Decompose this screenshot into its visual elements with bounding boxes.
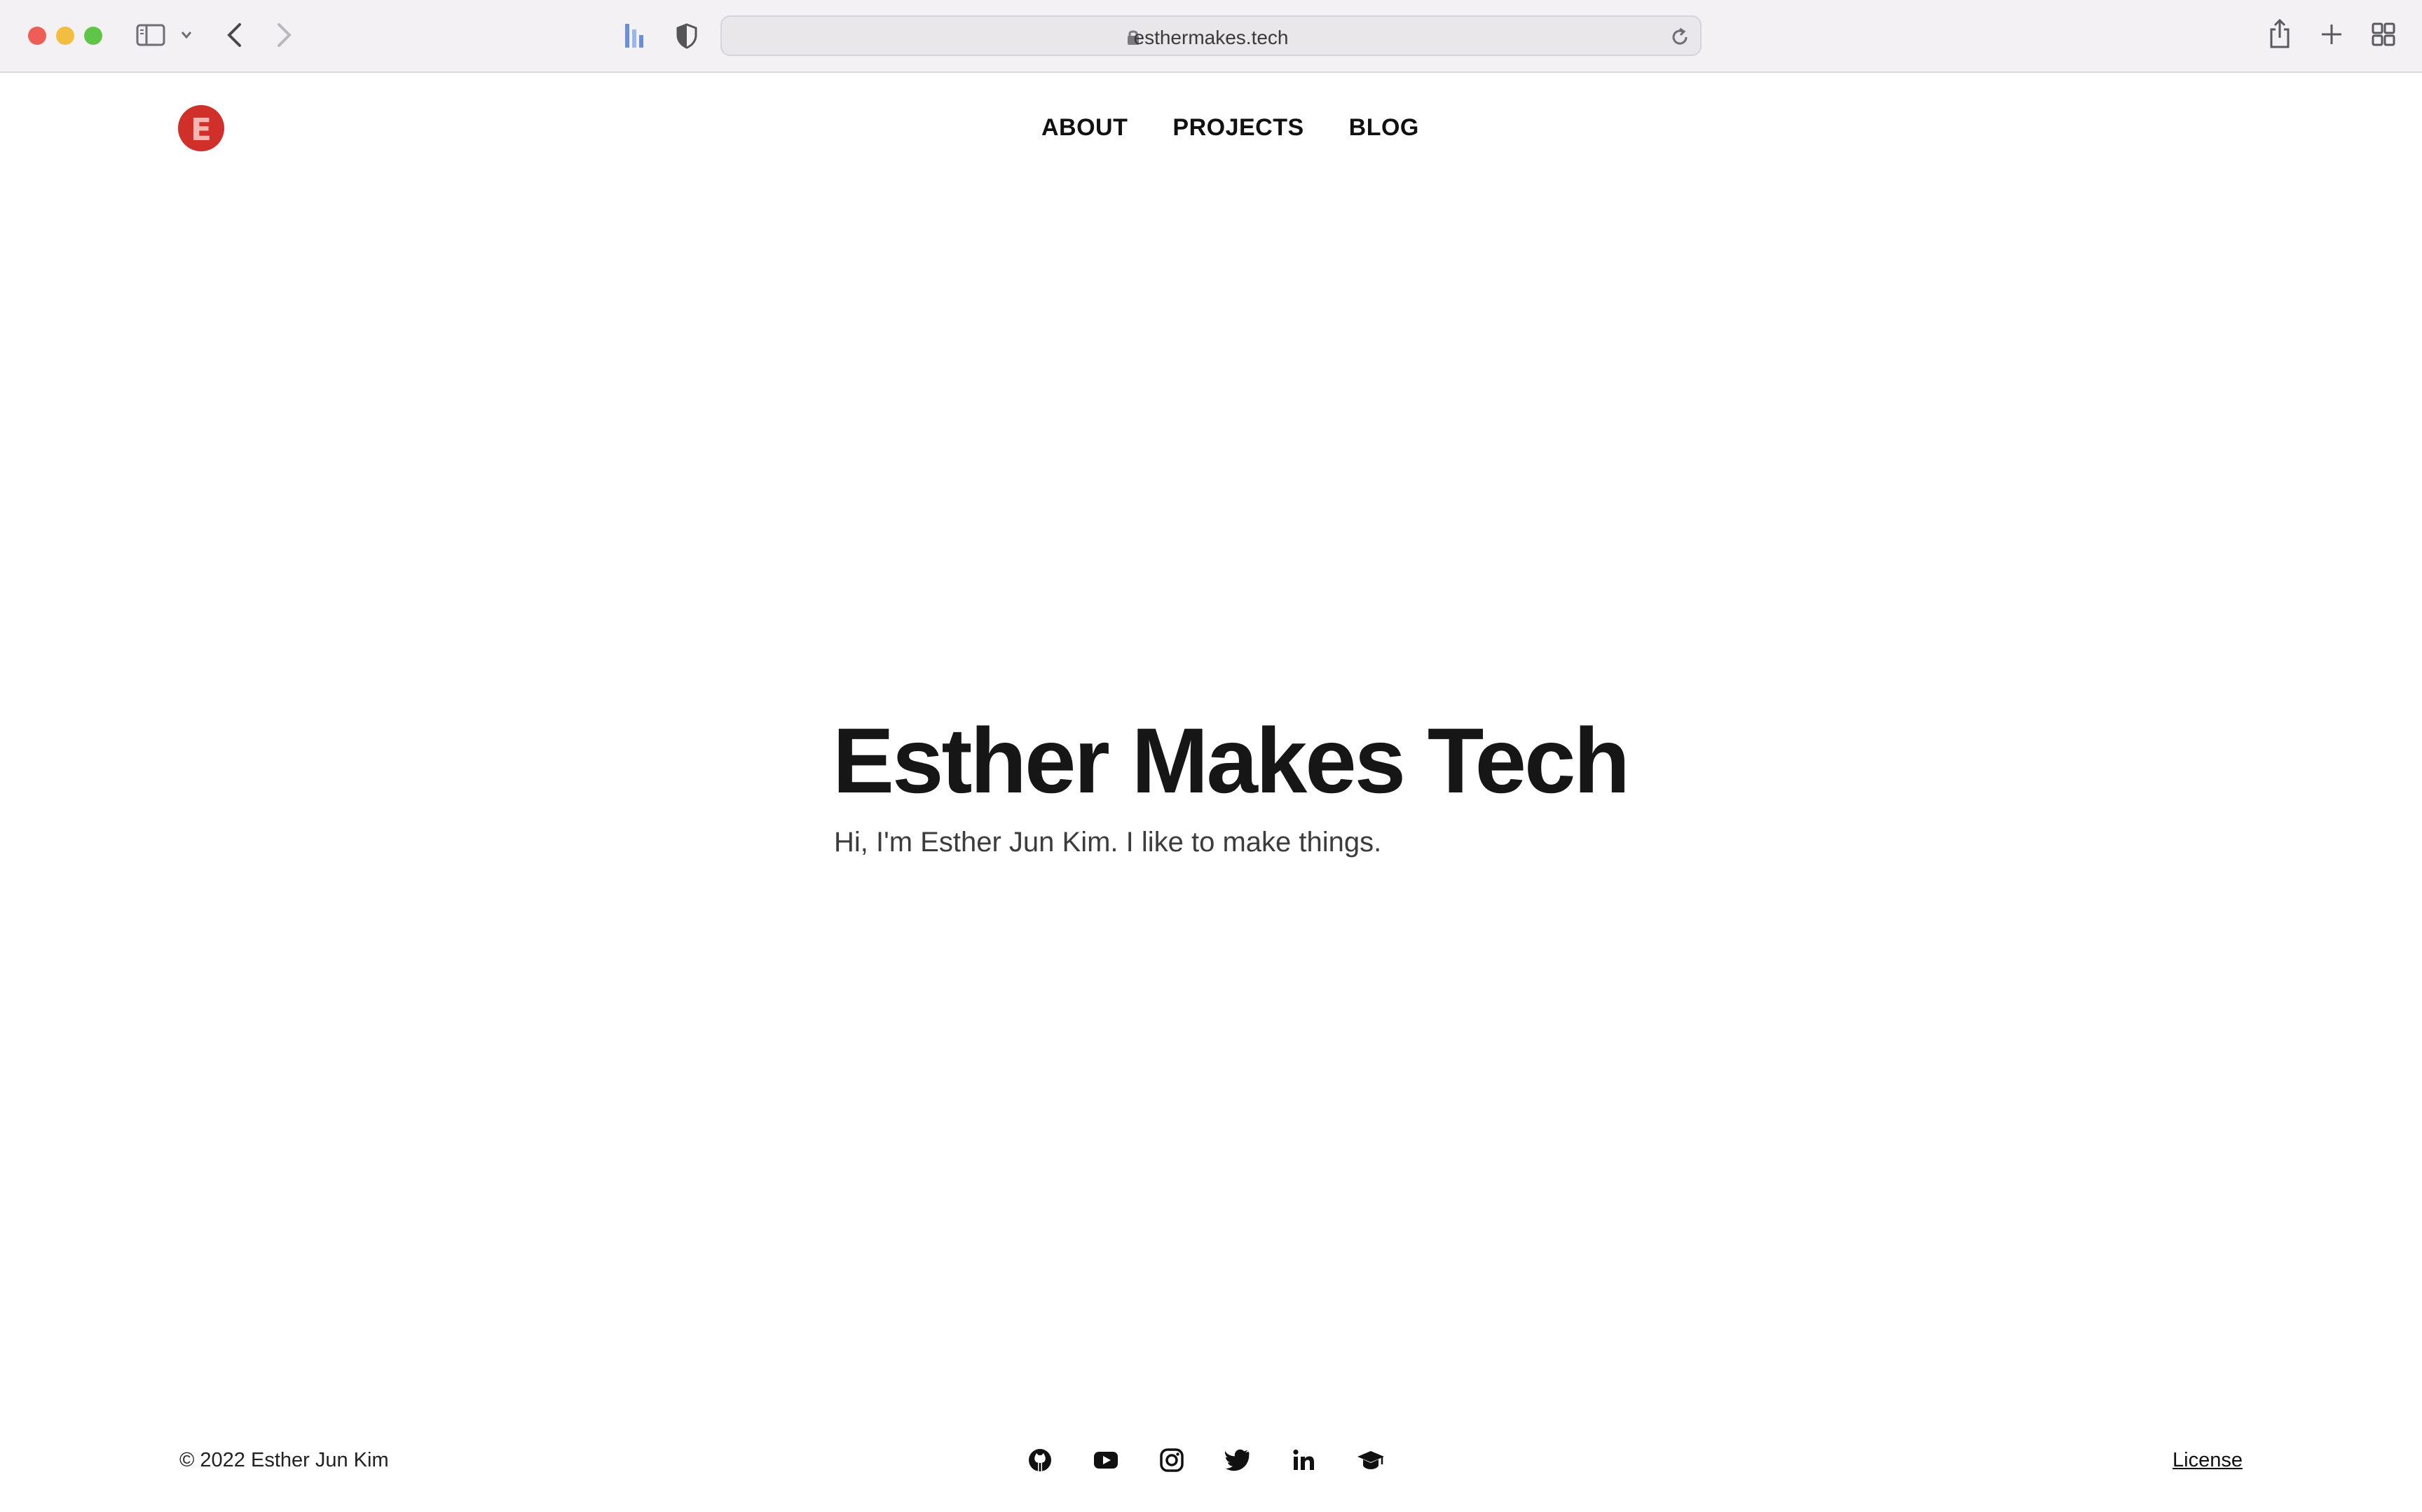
github-icon: [1029, 1449, 1051, 1471]
forward-icon[interactable]: [276, 22, 293, 48]
youtube-link[interactable]: [1093, 1448, 1118, 1473]
education-link[interactable]: [1357, 1448, 1384, 1473]
tab-overview-icon[interactable]: [2372, 22, 2395, 46]
sidebar-icon[interactable]: [136, 24, 165, 46]
linkedin-link[interactable]: [1291, 1448, 1316, 1473]
license-link[interactable]: License: [2173, 1449, 2243, 1472]
footer-copyright: © 2022 Esther Jun Kim: [179, 1449, 389, 1471]
shield-icon[interactable]: [676, 22, 698, 49]
hero-title: Esther Makes Tech: [833, 709, 1630, 812]
extension-icon[interactable]: [624, 22, 645, 49]
hero-subtitle: Hi, I'm Esther Jun Kim. I like to make t…: [834, 827, 1382, 858]
new-tab-icon[interactable]: [2320, 22, 2344, 46]
url-text: esthermakes.tech: [1133, 27, 1289, 48]
share-icon[interactable]: [2268, 18, 2292, 49]
nav-blog[interactable]: BLOG: [1349, 114, 1419, 142]
back-icon[interactable]: [226, 22, 242, 48]
instagram-icon: [1160, 1448, 1184, 1472]
minimize-window-button[interactable]: [56, 27, 74, 45]
logo-letter: E: [190, 112, 212, 148]
close-window-button[interactable]: [28, 27, 46, 45]
twitter-link[interactable]: [1224, 1448, 1250, 1473]
reload-icon[interactable]: [1669, 27, 1690, 48]
main-nav: ABOUT PROJECTS BLOG: [1041, 114, 1419, 142]
github-link[interactable]: [1027, 1448, 1053, 1473]
youtube-icon: [1094, 1452, 1118, 1469]
chevron-down-icon[interactable]: [181, 31, 192, 39]
twitter-icon: [1224, 1449, 1250, 1471]
social-links: [1027, 1448, 1384, 1473]
linkedin-icon: [1293, 1449, 1314, 1470]
instagram-link[interactable]: [1159, 1448, 1184, 1473]
address-bar[interactable]: esthermakes.tech: [720, 15, 1702, 56]
browser-toolbar: esthermakes.tech: [0, 0, 2422, 73]
nav-projects[interactable]: PROJECTS: [1172, 114, 1304, 142]
nav-about[interactable]: ABOUT: [1041, 114, 1128, 142]
graduation-cap-icon: [1357, 1451, 1384, 1469]
site-logo[interactable]: E: [178, 105, 224, 151]
maximize-window-button[interactable]: [84, 27, 102, 45]
